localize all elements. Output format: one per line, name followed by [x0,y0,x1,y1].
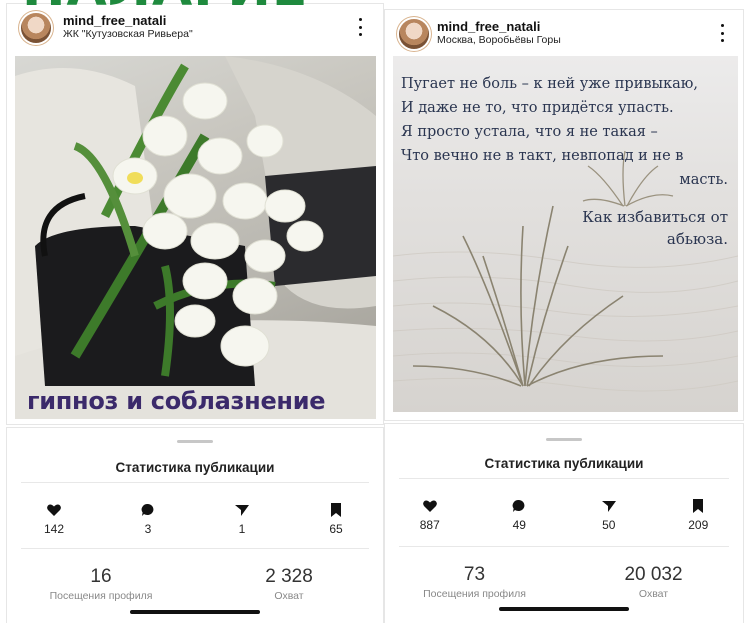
poem-line: И даже не то, что придётся упасть. [401,100,674,116]
profile-visits-label: Посещения профиля [423,588,526,600]
left-stats-sheet: Статистика публикации 142 3 1 65 16 Посе… [7,428,383,623]
right-post-card: mind_free_natali Москва, Воробьёвы Горы [385,10,743,420]
shares-metric: 1 [212,502,272,536]
reach: 2 328 Охват [209,566,369,602]
comments-count: 3 [144,522,152,536]
bookmark-icon [693,499,704,513]
more-options-icon[interactable] [715,22,729,44]
bookmark-icon [331,503,341,517]
saves-metric: 209 [668,498,728,532]
comment-icon [141,503,154,516]
sheet-title: Статистика публикации [115,460,275,475]
shares-metric: 50 [579,498,639,532]
photo-caption: гипноз и соблазнение [27,387,326,415]
poem-line: Что вечно не в такт, невпопад и не в [401,148,684,164]
location[interactable]: Москва, Воробьёвы Горы [437,34,561,47]
user-block: mind_free_natali Москва, Воробьёвы Горы [437,19,561,47]
reach: 20 032 Охват [574,564,734,600]
comment-icon [512,499,525,512]
shares-count: 50 [602,518,616,532]
post-header: mind_free_natali Москва, Воробьёвы Горы [385,10,743,56]
reach-label: Охват [638,588,669,600]
overlay-title: НАЛАГИЕ [22,0,308,18]
reach-value: 20 032 [624,564,683,585]
likes-metric: 142 [24,502,84,536]
home-indicator[interactable] [499,607,629,611]
divider [399,478,729,479]
comments-metric: 3 [118,502,178,536]
shares-count: 1 [238,522,246,536]
divider [21,482,369,483]
likes-count: 142 [43,522,65,536]
poem-text: Пугает не боль – к ней уже привыкаю, И д… [401,72,728,192]
divider [21,548,369,549]
profile-visits-value: 73 [463,564,486,585]
metrics-row: 142 3 1 65 [7,502,383,536]
saves-metric: 65 [306,502,366,536]
tulips-bouquet-photo [15,56,376,419]
reach-value: 2 328 [265,566,313,587]
metrics-row: 887 49 50 209 [385,498,743,532]
drag-handle[interactable] [546,438,582,441]
username[interactable]: mind_free_natali [437,19,561,34]
sheet-title: Статистика публикации [484,456,644,471]
reach-label: Охват [274,590,304,602]
question-line: абьюза. [666,230,728,248]
right-stats-sheet: Статистика публикации 887 49 50 209 73 П… [385,424,743,623]
profile-visits: 16 Посещения профиля [21,566,181,602]
poem-line: Пугает не боль – к ней уже привыкаю, [401,76,699,92]
profile-stats-row: 16 Посещения профиля 2 328 Охват [7,566,383,602]
profile-visits-label: Посещения профиля [49,590,153,602]
profile-stats-row: 73 Посещения профиля 20 032 Охват [385,564,743,600]
home-indicator[interactable] [130,610,260,614]
likes-count: 887 [419,518,440,532]
divider [399,546,729,547]
comments-count: 49 [512,518,526,532]
profile-visits: 73 Посещения профиля [395,564,555,600]
left-post-card: mind_free_natali ЖК "Кутузовская Ривьера… [7,4,383,424]
heart-icon [47,504,61,516]
drag-handle[interactable] [177,440,213,443]
poem-line: масть. [679,172,728,188]
profile-visits-value: 16 [90,566,112,587]
more-options-icon[interactable] [353,16,367,38]
post-photo[interactable]: Пугает не боль – к ней уже привыкаю, И д… [393,56,738,412]
location[interactable]: ЖК "Кутузовская Ривьера" [63,28,193,41]
saves-count: 65 [329,522,343,536]
poem-line: Я просто устала, что я не такая – [401,124,658,140]
send-icon [235,505,249,516]
question-line: Как избавиться от [582,208,728,226]
post-photo[interactable]: гипноз и соблазнение [15,56,376,419]
heart-icon [422,500,437,512]
send-icon [601,501,616,512]
likes-metric: 887 [400,498,460,532]
poem-question: Как избавиться от абьюза. [582,206,728,250]
saves-count: 209 [688,518,709,532]
avatar[interactable] [399,19,429,49]
comments-metric: 49 [489,498,549,532]
